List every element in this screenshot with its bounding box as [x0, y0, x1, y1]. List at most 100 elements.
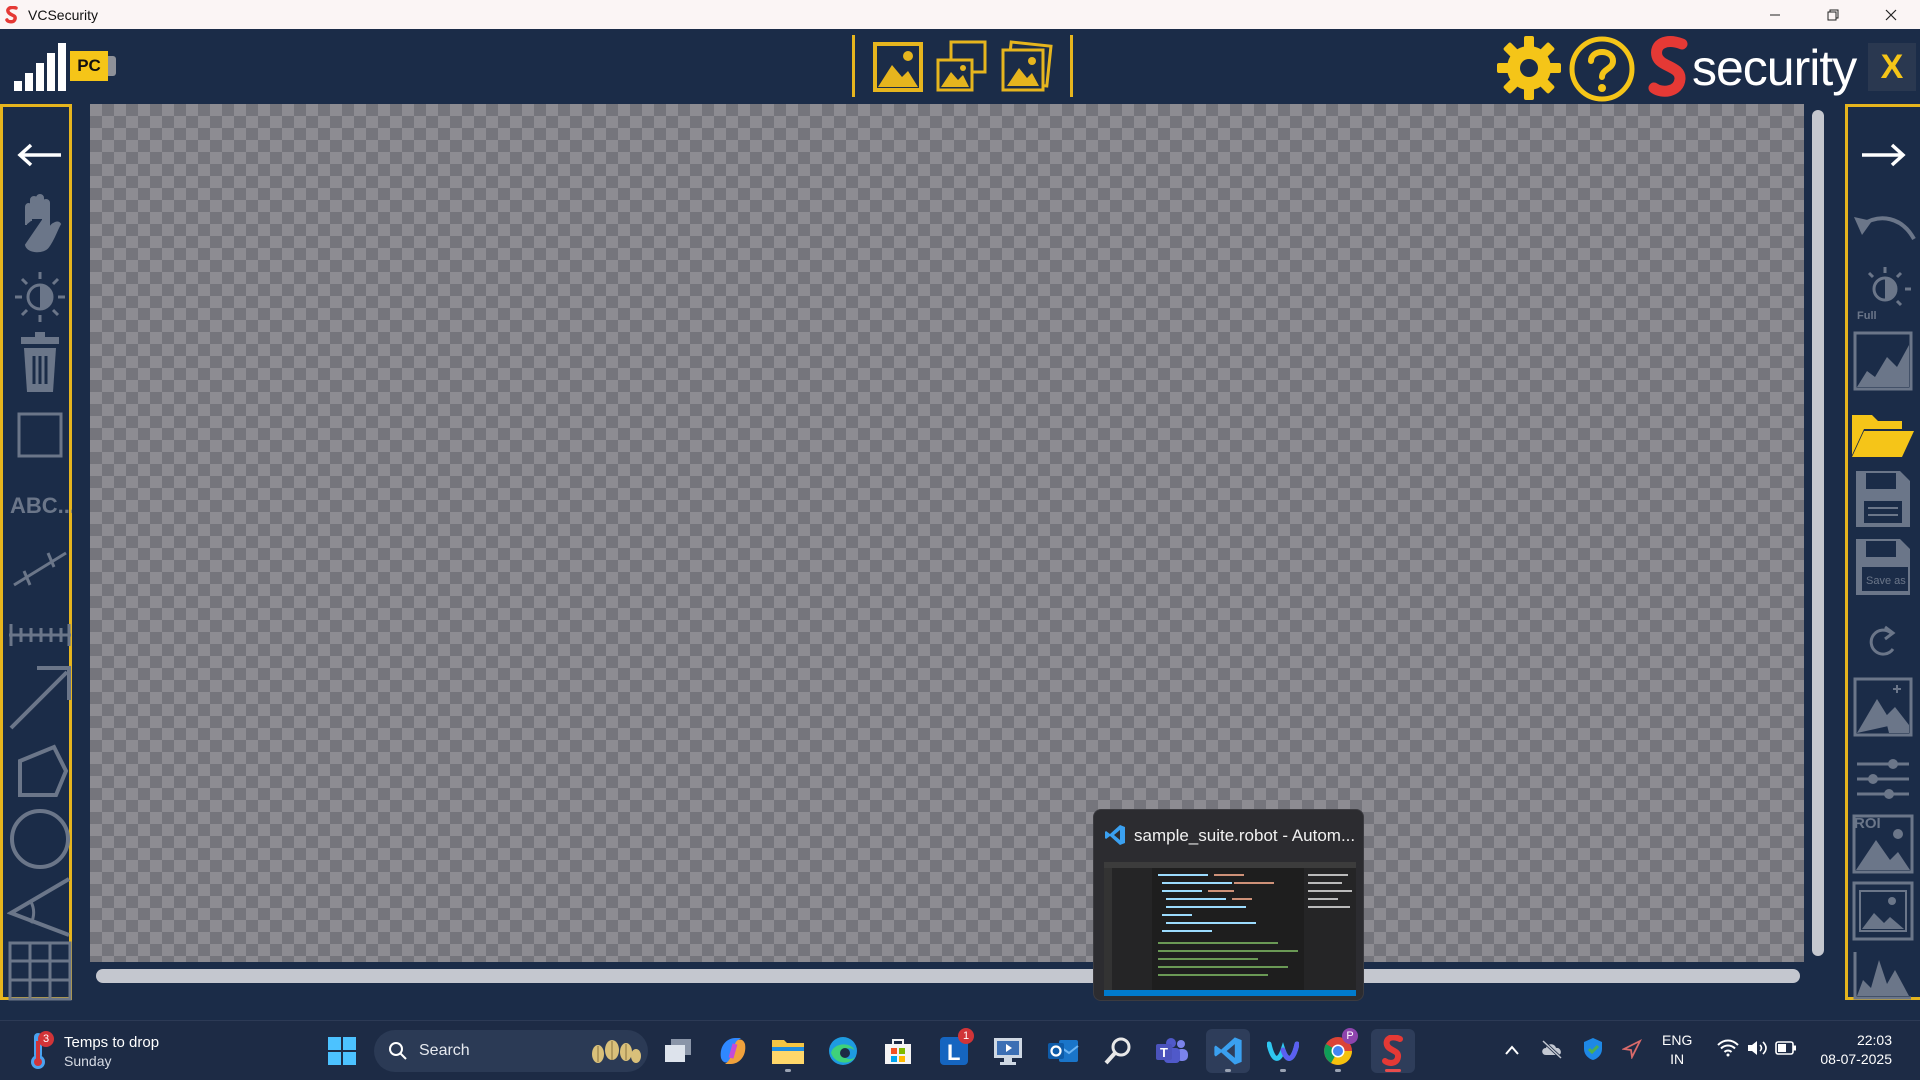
- weather-alert-badge: 3: [38, 1031, 54, 1047]
- delete-tool[interactable]: [7, 332, 73, 392]
- text-abc-icon: ABC...: [10, 493, 72, 518]
- hand-icon: [24, 194, 62, 253]
- running-indicator: [785, 1069, 791, 1072]
- angle-tool[interactable]: [7, 877, 73, 937]
- battery-icon[interactable]: [1775, 1041, 1797, 1055]
- single-image-button[interactable]: [870, 39, 926, 95]
- task-view-button[interactable]: [656, 1029, 700, 1073]
- taskbar-app-search-tool[interactable]: [1096, 1029, 1140, 1073]
- reset-button[interactable]: [1850, 615, 1916, 671]
- roi-button[interactable]: ROI: [1850, 814, 1916, 874]
- grid-tool[interactable]: [7, 941, 73, 1001]
- arrow-tool[interactable]: [7, 666, 73, 730]
- ruler-tool[interactable]: [7, 607, 73, 663]
- image-view-button[interactable]: [1850, 881, 1916, 941]
- security-shield-icon[interactable]: [1582, 1037, 1604, 1061]
- start-button[interactable]: [320, 1029, 364, 1073]
- cloud-offline-icon[interactable]: [1540, 1039, 1564, 1059]
- folder-open-icon: [1852, 415, 1914, 457]
- taskbar-app-copilot[interactable]: [711, 1029, 755, 1073]
- pc-mode-badge[interactable]: PC: [70, 51, 116, 81]
- restore-icon: [1827, 9, 1839, 20]
- help-icon[interactable]: [1568, 35, 1636, 103]
- collapse-right-button[interactable]: [1850, 127, 1916, 183]
- wifi-icon[interactable]: [1717, 1039, 1739, 1057]
- horizontal-scrollbar[interactable]: [96, 969, 1800, 983]
- taskbar-app-outlook[interactable]: [1041, 1029, 1085, 1073]
- image-canvas[interactable]: [90, 104, 1804, 962]
- minimize-button[interactable]: [1746, 0, 1804, 29]
- compare-images-button[interactable]: [934, 39, 990, 95]
- search-highlight-icon: [592, 1040, 641, 1063]
- roi-icon: ROI: [1852, 814, 1914, 874]
- webex-icon: [1267, 1041, 1299, 1061]
- undo-button[interactable]: [1850, 197, 1916, 253]
- folder-icon: [772, 1040, 804, 1064]
- teams-icon: T: [1156, 1038, 1188, 1063]
- taskbar-app-edge[interactable]: [821, 1029, 865, 1073]
- text-tool[interactable]: ABC...: [7, 477, 73, 533]
- weather-widget[interactable]: 3 Temps to drop Sunday: [26, 1031, 159, 1076]
- search-icon: [389, 1042, 407, 1060]
- window-titlebar: VCSecurity: [0, 0, 1920, 29]
- svg-text:Save as: Save as: [1866, 575, 1906, 587]
- vertical-scrollbar[interactable]: [1812, 110, 1824, 956]
- ellipse-tool[interactable]: [7, 809, 73, 869]
- histogram-button[interactable]: [1850, 947, 1916, 1003]
- refresh-icon: [1869, 625, 1896, 656]
- system-clock[interactable]: 22:03 08-07-2025: [1812, 1031, 1892, 1069]
- edge-icon: [829, 1037, 857, 1065]
- settings-gear-icon[interactable]: [1494, 33, 1564, 103]
- open-folder-button[interactable]: [1850, 407, 1916, 463]
- polygon-tool[interactable]: [7, 743, 73, 799]
- weather-day: Sunday: [64, 1053, 112, 1069]
- taskbar-search[interactable]: Search: [374, 1030, 648, 1072]
- taskbar-app-chrome[interactable]: P: [1316, 1028, 1360, 1073]
- line-tool[interactable]: [7, 541, 73, 597]
- volume-icon[interactable]: [1746, 1039, 1768, 1057]
- brightness-full-icon: Full: [1857, 267, 1911, 321]
- brightness-tool[interactable]: [7, 269, 73, 325]
- left-tool-panel: ABC...: [0, 104, 73, 1001]
- ruler-icon: [9, 624, 71, 646]
- running-indicator: [1280, 1069, 1286, 1072]
- windows-logo-icon: [328, 1037, 356, 1065]
- right-tool-panel: Full Save as ROI: [1845, 104, 1920, 1000]
- enhance-image-button[interactable]: [1850, 677, 1916, 737]
- location-arrow-icon[interactable]: [1622, 1039, 1642, 1059]
- taskbar-app-store[interactable]: [876, 1029, 920, 1073]
- taskbar-app-file-explorer[interactable]: [766, 1029, 810, 1073]
- exit-app-button[interactable]: X: [1868, 43, 1916, 91]
- collapse-left-button[interactable]: [7, 127, 73, 183]
- rectangle-tool[interactable]: [7, 407, 73, 463]
- brand-s-icon: [1648, 36, 1688, 97]
- restore-button[interactable]: [1804, 0, 1862, 29]
- taskbar-app-teams[interactable]: T: [1150, 1029, 1194, 1073]
- pan-tool[interactable]: [7, 194, 73, 253]
- brand-logo: security: [1648, 33, 1857, 103]
- pc-label: PC: [70, 51, 108, 81]
- taskbar-thumbnail-popup[interactable]: sample_suite.robot - Autom...: [1093, 809, 1364, 1001]
- save-button[interactable]: [1850, 471, 1916, 527]
- brightness-icon: [15, 272, 65, 322]
- taskbar-app-webex[interactable]: [1261, 1029, 1305, 1073]
- histogram-image-button[interactable]: [1850, 331, 1916, 391]
- taskbar-app-remote[interactable]: [986, 1029, 1030, 1073]
- notification-badge: 1: [958, 1028, 974, 1044]
- running-indicator: [1335, 1069, 1341, 1072]
- taskbar-app-vscode[interactable]: [1206, 1029, 1250, 1073]
- copilot-icon: [720, 1038, 746, 1064]
- image-stack-button[interactable]: [998, 39, 1054, 95]
- profile-badge: P: [1342, 1028, 1358, 1044]
- save-as-icon: Save as: [1856, 539, 1910, 595]
- taskbar-app-vcsecurity[interactable]: [1371, 1029, 1415, 1073]
- vscode-icon: [1214, 1037, 1242, 1065]
- taskbar-app-l[interactable]: L 1: [932, 1028, 976, 1073]
- chevron-up-icon[interactable]: [1504, 1043, 1520, 1057]
- input-language[interactable]: ENG IN: [1662, 1031, 1692, 1069]
- save-as-button[interactable]: Save as: [1850, 539, 1916, 595]
- adjustments-button[interactable]: [1850, 751, 1916, 807]
- histogram-icon: [1853, 952, 1911, 1000]
- close-window-button[interactable]: [1862, 0, 1920, 29]
- auto-brightness-button[interactable]: Full: [1850, 265, 1916, 321]
